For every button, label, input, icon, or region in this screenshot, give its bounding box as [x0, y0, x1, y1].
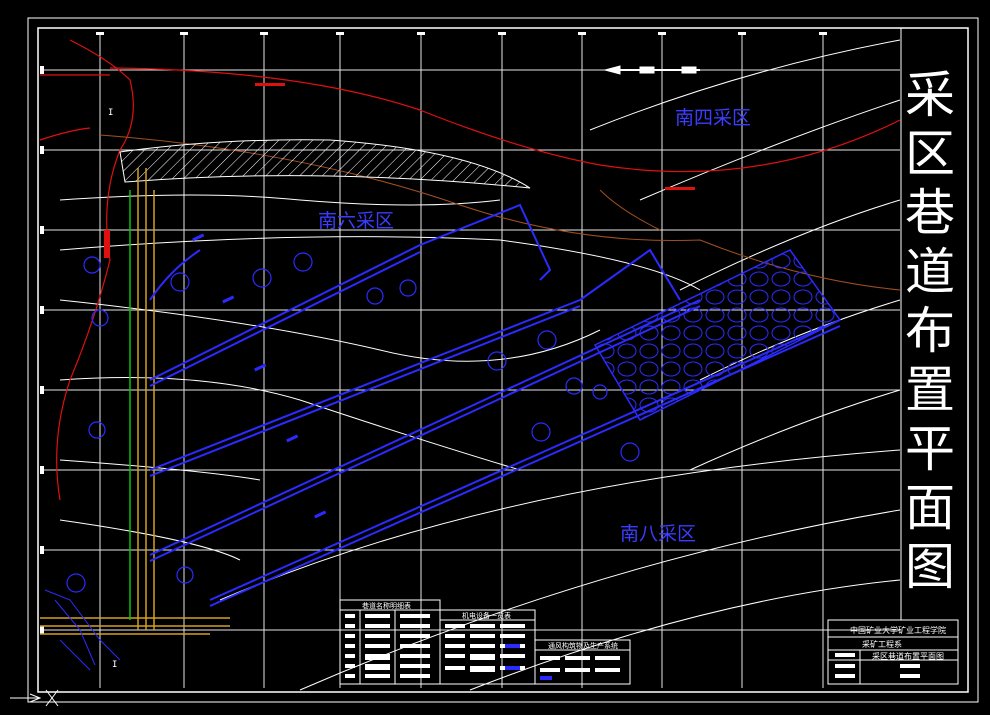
title-char-1: 区 [905, 125, 955, 183]
section-marker-bottom: I [112, 660, 118, 670]
district-roadways [149, 203, 841, 607]
title-char-7: 面 [905, 479, 955, 537]
title-char-0: 采 [905, 66, 955, 124]
area-label-south-six: 南六采区 [318, 210, 395, 232]
title-char-2: 巷 [905, 184, 955, 242]
blue-dash-markers [192, 233, 327, 519]
inner-frame [37, 27, 969, 693]
table-title-roadway-names: 巷道名称明细表 [362, 602, 411, 610]
title-block-drawing-name: 采区巷道布置平面图 [872, 652, 944, 661]
contour-lines [59, 39, 901, 691]
protective-pillar [119, 139, 531, 189]
table-title-ventilation: 通风构筑物及生产系统 [548, 642, 618, 650]
title-char-5: 置 [905, 361, 955, 419]
title-char-8: 图 [905, 538, 955, 596]
area-label-south-eight: 南八采区 [620, 523, 697, 545]
outer-frame [27, 17, 979, 703]
coordinate-grid [40, 33, 900, 688]
mine-plan-drawing [10, 17, 979, 707]
equipment-symbols [66, 252, 640, 593]
table-title-equipment: 机电设备一览表 [462, 612, 511, 620]
north-arrow [603, 65, 700, 75]
goaf-area [593, 249, 842, 421]
section-marker-top: I [108, 108, 114, 118]
title-block-project: 采矿工程系 [862, 640, 902, 649]
area-label-south-four: 南四采区 [675, 107, 752, 129]
title-char-6: 平 [905, 420, 955, 478]
table-cell-fills [345, 614, 920, 678]
title-char-4: 布 [905, 302, 955, 360]
title-block-school: 中国矿业大学矿业工程学院 [850, 626, 946, 635]
main-shaft-roadways [40, 168, 230, 635]
title-char-3: 道 [905, 243, 955, 301]
